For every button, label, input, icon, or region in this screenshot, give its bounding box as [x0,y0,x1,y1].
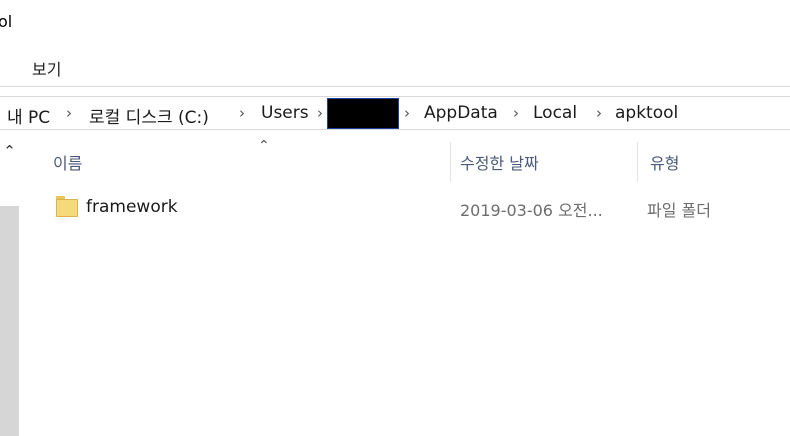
breadcrumb-chevron-icon[interactable]: › [239,104,245,122]
window-title-fragment: ol [0,12,13,31]
file-name[interactable]: framework [86,197,178,217]
file-type: 파일 폴더 [647,201,711,220]
column-divider[interactable] [450,142,451,182]
breadcrumb-chevron-icon[interactable]: › [317,104,323,122]
sort-ascending-icon: ⌃ [258,138,270,154]
navigation-pane: ⌃ [0,140,19,436]
ribbon-divider [0,86,790,87]
breadcrumb-chevron-icon[interactable]: › [513,104,519,122]
redacted-username [327,98,399,129]
breadcrumb-apktool[interactable]: apktool [615,103,678,123]
breadcrumb-users[interactable]: Users [261,103,309,123]
breadcrumb-chevron-icon[interactable]: › [404,104,410,122]
breadcrumb-local[interactable]: Local [533,103,577,123]
column-header-row: ⌃ 이름 수정한 날짜 유형 [20,138,790,182]
breadcrumb-local-disk[interactable]: 로컬 디스크 (C:) [89,103,209,128]
ribbon: 보기 [0,42,790,86]
file-row[interactable]: framework 2019-03-06 오전... 파일 폴더 [20,188,790,224]
breadcrumb-chevron-icon[interactable]: › [66,104,72,122]
scrollbar-thumb[interactable] [0,206,19,436]
folder-icon [56,195,78,217]
column-divider[interactable] [637,142,638,182]
file-modified-date: 2019-03-06 오전... [460,201,603,220]
breadcrumb-appdata[interactable]: AppData [424,103,498,123]
column-header-modified[interactable]: 수정한 날짜 [460,150,539,174]
breadcrumb-this-pc[interactable]: 내 PC [7,103,50,128]
scroll-up-arrow-icon[interactable]: ⌃ [0,142,19,172]
ribbon-tab-view[interactable]: 보기 [32,56,61,80]
address-bar[interactable]: 내 PC › 로컬 디스크 (C:) › Users › › AppData ›… [0,96,790,130]
column-header-type[interactable]: 유형 [650,150,679,174]
breadcrumb-chevron-icon[interactable]: › [596,104,602,122]
column-header-name[interactable]: 이름 [53,150,82,174]
title-bar: ol [0,0,790,42]
